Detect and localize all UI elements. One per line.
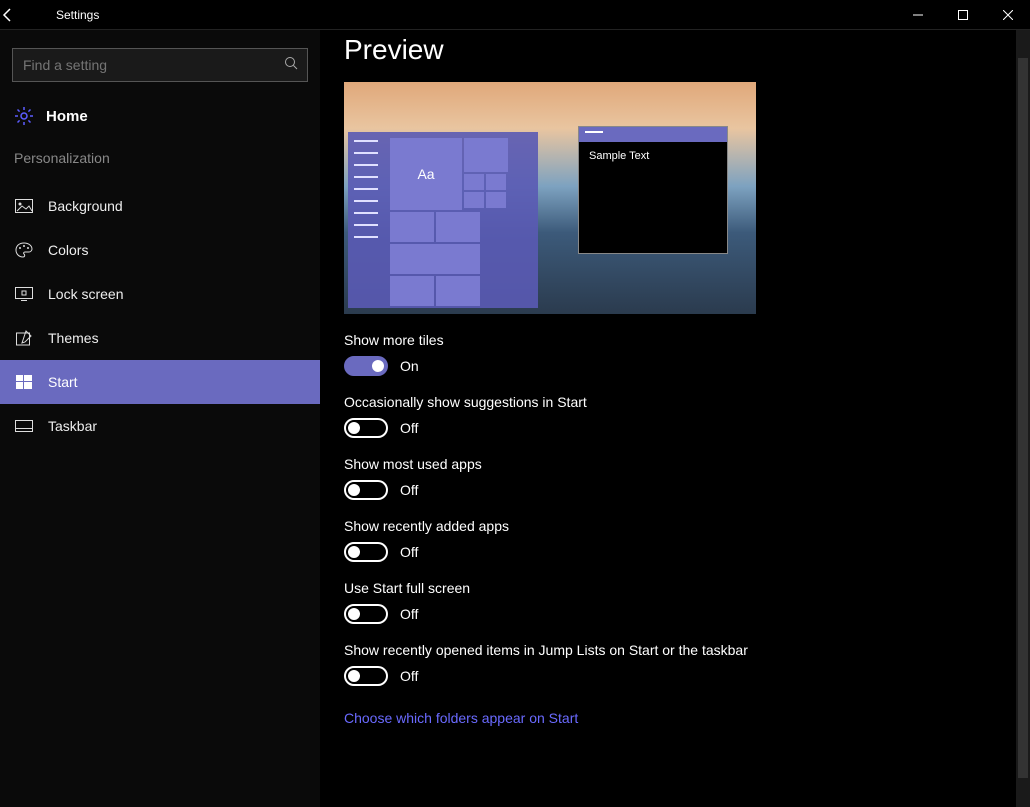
sidebar-item-label: Start xyxy=(48,374,78,390)
setting-label: Occasionally show suggestions in Start xyxy=(344,394,1030,410)
preview-image: Aa Sample Text xyxy=(344,82,756,314)
sidebar-item-background[interactable]: Background xyxy=(0,184,320,228)
choose-folders-link[interactable]: Choose which folders appear on Start xyxy=(344,710,578,726)
home-link[interactable]: Home xyxy=(0,100,320,144)
window-title: Settings xyxy=(56,8,99,22)
sidebar-item-label: Taskbar xyxy=(48,418,97,434)
minimize-button[interactable] xyxy=(895,0,940,30)
page-title: Preview xyxy=(344,34,1030,66)
sidebar-item-label: Background xyxy=(48,198,123,214)
toggle-jump-lists[interactable] xyxy=(344,666,388,686)
pencil-icon xyxy=(14,330,34,346)
scrollbar[interactable] xyxy=(1016,30,1030,807)
toggle-state: On xyxy=(400,358,419,374)
setting-recently-added-apps: Show recently added apps Off xyxy=(344,518,1030,562)
titlebar: Settings xyxy=(0,0,1030,30)
taskbar-icon xyxy=(14,420,34,432)
toggle-state: Off xyxy=(400,420,418,436)
setting-label: Show recently opened items in Jump Lists… xyxy=(344,642,1030,658)
search-input[interactable] xyxy=(12,48,308,82)
preview-sample-text: Sample Text xyxy=(579,142,727,170)
sidebar-item-start[interactable]: Start xyxy=(0,360,320,404)
gear-icon xyxy=(14,106,34,126)
palette-icon xyxy=(14,242,34,258)
picture-icon xyxy=(14,199,34,213)
content-area: Preview Aa xyxy=(320,30,1030,807)
setting-show-more-tiles: Show more tiles On xyxy=(344,332,1030,376)
toggle-state: Off xyxy=(400,668,418,684)
setting-label: Show most used apps xyxy=(344,456,1030,472)
setting-most-used-apps: Show most used apps Off xyxy=(344,456,1030,500)
sidebar-item-lock-screen[interactable]: Lock screen xyxy=(0,272,320,316)
sidebar-item-label: Colors xyxy=(48,242,88,258)
sidebar-item-label: Lock screen xyxy=(48,286,123,302)
sidebar-item-taskbar[interactable]: Taskbar xyxy=(0,404,320,448)
close-button[interactable] xyxy=(985,0,1030,30)
section-title: Personalization xyxy=(0,144,320,184)
toggle-show-more-tiles[interactable] xyxy=(344,356,388,376)
setting-label: Show recently added apps xyxy=(344,518,1030,534)
sidebar-item-themes[interactable]: Themes xyxy=(0,316,320,360)
toggle-state: Off xyxy=(400,606,418,622)
setting-show-suggestions: Occasionally show suggestions in Start O… xyxy=(344,394,1030,438)
toggle-show-suggestions[interactable] xyxy=(344,418,388,438)
lock-icon xyxy=(14,287,34,301)
preview-window-mock: Sample Text xyxy=(578,126,728,254)
maximize-button[interactable] xyxy=(940,0,985,30)
preview-start-mock: Aa xyxy=(348,132,538,308)
sidebar-item-label: Themes xyxy=(48,330,99,346)
search-icon xyxy=(284,56,298,70)
toggle-most-used-apps[interactable] xyxy=(344,480,388,500)
start-icon xyxy=(14,375,34,389)
setting-label: Use Start full screen xyxy=(344,580,1030,596)
setting-full-screen: Use Start full screen Off xyxy=(344,580,1030,624)
back-button[interactable] xyxy=(0,7,48,23)
toggle-recently-added-apps[interactable] xyxy=(344,542,388,562)
setting-jump-lists: Show recently opened items in Jump Lists… xyxy=(344,642,1030,686)
sidebar: Home Personalization Background Colors L… xyxy=(0,30,320,807)
sidebar-item-colors[interactable]: Colors xyxy=(0,228,320,272)
preview-tile-aa: Aa xyxy=(390,138,462,210)
setting-label: Show more tiles xyxy=(344,332,1030,348)
toggle-state: Off xyxy=(400,544,418,560)
search-box xyxy=(12,48,308,82)
home-label: Home xyxy=(46,108,88,125)
scrollbar-thumb[interactable] xyxy=(1018,58,1028,778)
toggle-state: Off xyxy=(400,482,418,498)
toggle-full-screen[interactable] xyxy=(344,604,388,624)
